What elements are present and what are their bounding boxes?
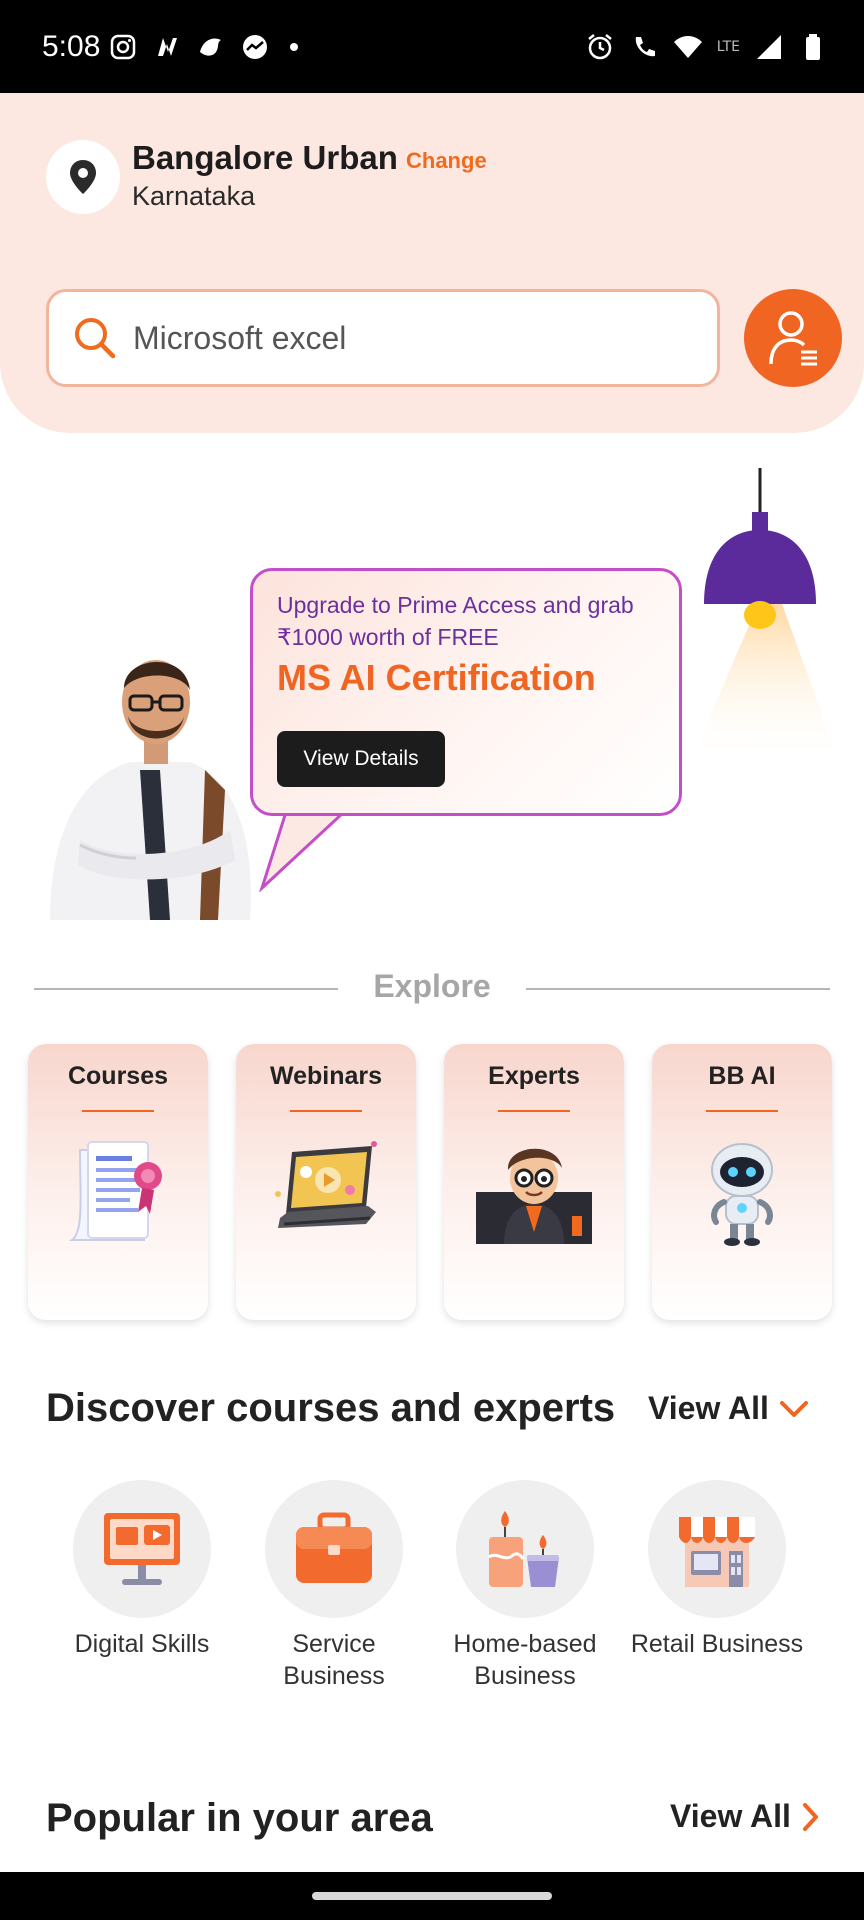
promo-speech-bubble: Upgrade to Prime Access and grab ₹1000 w… — [250, 568, 682, 816]
category-retail-business[interactable]: Retail Business — [622, 1480, 812, 1660]
alarm-icon — [585, 32, 615, 62]
card-title: Experts — [488, 1062, 580, 1090]
search-input[interactable] — [133, 319, 693, 357]
popular-view-all-button[interactable]: View All — [670, 1798, 819, 1835]
card-underline — [706, 1110, 778, 1112]
card-underline — [498, 1110, 570, 1112]
search-icon — [75, 318, 116, 359]
category-home-based-business[interactable]: Home-based Business — [430, 1480, 620, 1692]
storefront-icon — [679, 1517, 755, 1587]
location-subtitle: Karnataka — [132, 181, 256, 211]
signal-icon — [754, 32, 784, 62]
lamp-illustration — [690, 468, 840, 764]
profile-button[interactable] — [744, 289, 842, 387]
card-underline — [82, 1110, 154, 1112]
category-service-business[interactable]: Service Business — [239, 1480, 429, 1692]
explore-card-webinars[interactable]: Webinars — [236, 1044, 416, 1320]
battery-icon — [798, 32, 828, 62]
businessman-illustration — [50, 660, 251, 920]
wifi-call-icon — [629, 32, 659, 62]
explore-heading: Explore — [373, 968, 491, 1004]
card-title: Webinars — [269, 1062, 383, 1090]
bird-icon — [196, 32, 226, 62]
network-type-label: LTE — [716, 39, 740, 55]
system-nav-bar — [0, 1872, 864, 1920]
card-underline — [290, 1110, 362, 1112]
chevron-right-icon — [802, 1802, 818, 1831]
location-header: Bangalore Urban Change Karnataka — [0, 93, 864, 433]
speech-bubble-tail — [259, 812, 346, 892]
popular-section-title: Popular in your area — [46, 1796, 433, 1840]
robot-icon — [711, 1143, 773, 1246]
promo-banner[interactable]: Upgrade to Prime Access and grab ₹1000 w… — [0, 440, 864, 920]
more-notifications-dot — [290, 43, 298, 51]
user-profile-icon — [769, 311, 817, 366]
explore-cards: Courses Webinars Experts BB AI — [28, 1044, 832, 1320]
system-icons: LTE — [585, 32, 828, 62]
home-gesture-handle[interactable] — [312, 1892, 552, 1900]
discover-section-title: Discover courses and experts — [46, 1386, 616, 1430]
instagram-icon — [108, 32, 138, 62]
location-title[interactable]: Bangalore Urban — [132, 139, 398, 177]
category-label: Service Business — [283, 1630, 385, 1690]
promo-text: Upgrade to Prime Access and grab ₹1000 w… — [277, 592, 634, 650]
messenger-icon — [240, 32, 270, 62]
category-icon-circle — [456, 1480, 594, 1618]
certificate-icon — [68, 1141, 162, 1241]
candles-icon — [488, 1511, 559, 1587]
view-details-button[interactable]: View Details — [277, 731, 445, 787]
divider-line-left — [34, 988, 338, 990]
category-label: Digital Skills — [74, 1630, 210, 1658]
expert-avatar-icon — [476, 1148, 592, 1244]
status-bar: 5:08 LTE — [0, 0, 864, 93]
category-icon-circle — [265, 1480, 403, 1618]
briefcase-icon — [296, 1512, 372, 1583]
category-icon-circle — [648, 1480, 786, 1618]
explore-divider: Explore — [34, 964, 830, 1014]
view-all-label: View All — [670, 1798, 791, 1834]
explore-card-experts[interactable]: Experts — [444, 1044, 624, 1320]
location-pin-icon[interactable] — [46, 140, 120, 214]
change-location-link[interactable]: Change — [406, 148, 487, 174]
category-label: Retail Business — [630, 1630, 804, 1658]
wifi-icon — [673, 32, 703, 62]
explore-card-courses[interactable]: Courses — [28, 1044, 208, 1320]
card-title: Courses — [67, 1062, 169, 1090]
status-time: 5:08 — [42, 30, 101, 63]
view-all-label: View All — [648, 1390, 769, 1426]
search-bar[interactable] — [46, 289, 720, 387]
promo-title: MS AI Certification — [277, 657, 596, 698]
category-digital-skills[interactable]: Digital Skills — [47, 1480, 237, 1660]
notification-icons — [108, 32, 298, 62]
discover-view-all-button[interactable]: View All — [648, 1390, 809, 1427]
news-app-icon — [152, 32, 182, 62]
category-label: Home-based Business — [453, 1630, 597, 1690]
chevron-down-icon — [779, 1400, 808, 1417]
laptop-video-icon — [275, 1141, 377, 1228]
category-icon-circle — [73, 1480, 211, 1618]
card-title: BB AI — [708, 1062, 776, 1090]
divider-line-right — [526, 988, 830, 990]
monitor-icon — [104, 1513, 180, 1585]
explore-card-bb-ai[interactable]: BB AI — [652, 1044, 832, 1320]
